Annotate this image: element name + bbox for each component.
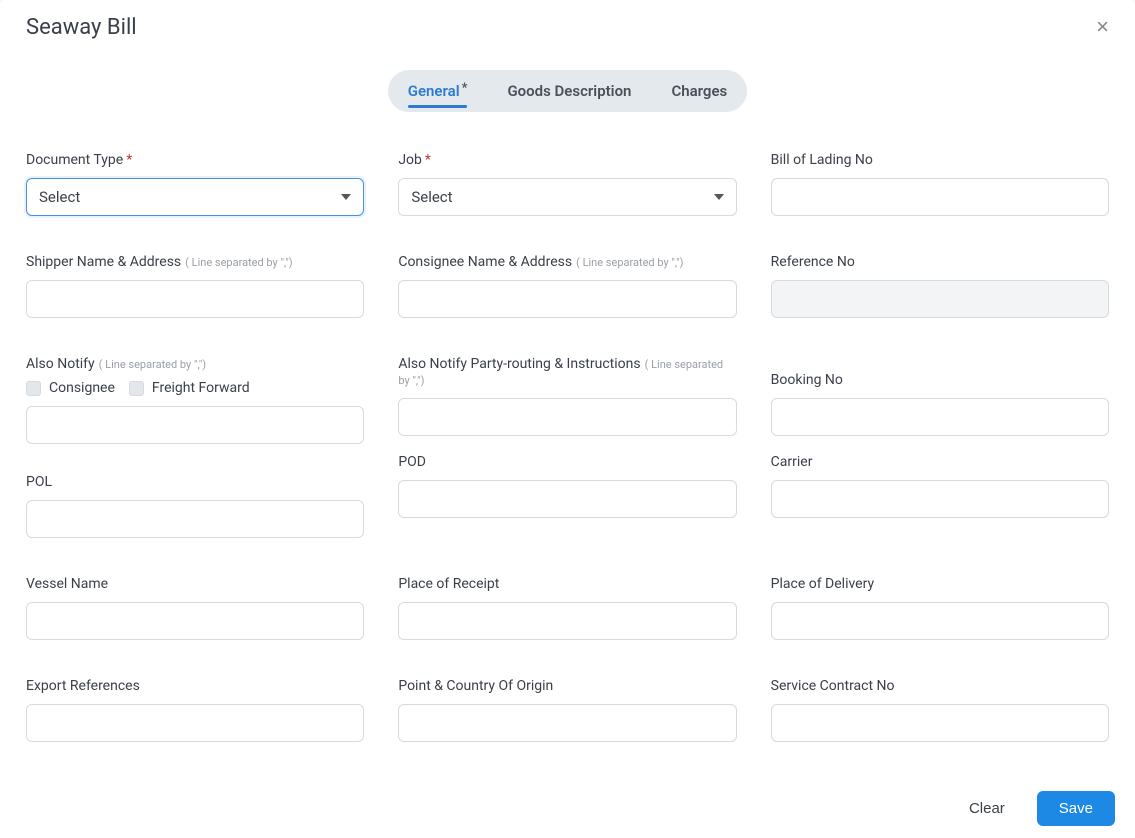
field-reference-no: Reference No — [771, 254, 1109, 318]
field-pod: POD — [398, 454, 736, 538]
label-also-notify: Also Notify( Line separated by ",") — [26, 356, 364, 372]
hint-line-sep: ( Line separated by ",") — [185, 256, 292, 269]
label-job: Job* — [398, 152, 736, 168]
label-shipper: Shipper Name & Address( Line separated b… — [26, 254, 364, 270]
label-place-receipt: Place of Receipt — [398, 576, 736, 592]
label-booking-no: Booking No — [771, 372, 1109, 388]
select-document-type[interactable]: Select — [26, 178, 364, 216]
checkbox-consignee[interactable]: Consignee — [26, 380, 115, 396]
input-vessel-name[interactable] — [26, 602, 364, 640]
field-carrier: Carrier — [771, 454, 1109, 538]
input-bol-no[interactable] — [771, 178, 1109, 216]
label-carrier: Carrier — [771, 454, 1109, 470]
input-point-origin[interactable] — [398, 704, 736, 742]
label-document-type: Document Type* — [26, 152, 364, 168]
field-job: Job* Select — [398, 152, 736, 216]
input-reference-no — [771, 280, 1109, 318]
seaway-bill-modal: Seaway Bill × General* Goods Description… — [0, 0, 1135, 838]
label-service-contract: Service Contract No — [771, 678, 1109, 694]
input-booking-no[interactable] — [771, 398, 1109, 436]
chevron-down-icon — [341, 194, 351, 200]
input-carrier[interactable] — [771, 480, 1109, 518]
clear-button[interactable]: Clear — [959, 794, 1015, 823]
form-grid: Document Type* Select Job* Select Bill o… — [26, 152, 1109, 782]
input-place-receipt[interactable] — [398, 602, 736, 640]
checkbox-box-icon — [26, 381, 41, 396]
select-document-type-value: Select — [39, 188, 80, 206]
field-booking-no: Booking No — [771, 356, 1109, 436]
tab-goods-description[interactable]: Goods Description — [487, 70, 651, 112]
select-job-value: Select — [411, 188, 452, 206]
select-job[interactable]: Select — [398, 178, 736, 216]
label-pod: POD — [398, 454, 736, 470]
checkbox-consignee-label: Consignee — [49, 380, 115, 396]
input-also-notify-party[interactable] — [398, 398, 736, 436]
input-pod[interactable] — [398, 480, 736, 518]
tab-general-label: General — [408, 82, 460, 100]
field-pol: POL — [26, 474, 364, 538]
tabs-container: General* Goods Description Charges — [26, 70, 1109, 112]
tab-general[interactable]: General* — [388, 70, 488, 112]
modal-body[interactable]: General* Goods Description Charges Docum… — [0, 44, 1135, 782]
checkbox-freight-forward-label: Freight Forward — [152, 380, 250, 396]
tabs: General* Goods Description Charges — [388, 70, 748, 112]
modal-header: Seaway Bill × — [0, 0, 1135, 44]
field-export-refs: Export References — [26, 678, 364, 742]
chevron-down-icon — [714, 194, 724, 200]
hint-line-sep: ( Line separated by ",") — [576, 256, 683, 269]
checkbox-box-icon — [129, 381, 144, 396]
field-also-notify-party: Also Notify Party-routing & Instructions… — [398, 356, 736, 436]
label-pol: POL — [26, 474, 364, 490]
field-point-origin: Point & Country Of Origin — [398, 678, 736, 742]
label-bol-no: Bill of Lading No — [771, 152, 1109, 168]
hint-line-sep: ( Line separated by ",") — [99, 358, 206, 371]
label-also-notify-party: Also Notify Party-routing & Instructions… — [398, 356, 736, 388]
input-shipper[interactable] — [26, 280, 364, 318]
close-icon: × — [1096, 14, 1109, 39]
input-also-notify[interactable] — [26, 406, 364, 444]
label-reference-no: Reference No — [771, 254, 1109, 270]
field-place-delivery: Place of Delivery — [771, 576, 1109, 640]
tab-charges[interactable]: Charges — [651, 70, 747, 112]
required-asterisk-icon: * — [462, 81, 468, 96]
tab-goods-label: Goods Description — [507, 82, 631, 100]
label-export-refs: Export References — [26, 678, 364, 694]
field-also-notify: Also Notify( Line separated by ",") Cons… — [26, 356, 364, 454]
label-vessel-name: Vessel Name — [26, 576, 364, 592]
field-bol-no: Bill of Lading No — [771, 152, 1109, 216]
input-place-delivery[interactable] — [771, 602, 1109, 640]
modal-title: Seaway Bill — [26, 15, 137, 40]
label-point-origin: Point & Country Of Origin — [398, 678, 736, 694]
label-place-delivery: Place of Delivery — [771, 576, 1109, 592]
field-consignee-addr: Consignee Name & Address( Line separated… — [398, 254, 736, 318]
field-document-type: Document Type* Select — [26, 152, 364, 216]
checkbox-freight-forward[interactable]: Freight Forward — [129, 380, 250, 396]
modal-footer: Clear Save — [0, 778, 1135, 838]
field-shipper: Shipper Name & Address( Line separated b… — [26, 254, 364, 318]
save-button[interactable]: Save — [1037, 791, 1115, 826]
required-icon: * — [126, 152, 132, 168]
field-place-receipt: Place of Receipt — [398, 576, 736, 640]
field-vessel-name: Vessel Name — [26, 576, 364, 640]
required-icon: * — [425, 152, 431, 168]
input-service-contract[interactable] — [771, 704, 1109, 742]
also-notify-checkboxes: Consignee Freight Forward — [26, 380, 364, 396]
close-button[interactable]: × — [1088, 10, 1117, 44]
input-consignee-addr[interactable] — [398, 280, 736, 318]
label-consignee-addr: Consignee Name & Address( Line separated… — [398, 254, 736, 270]
input-pol[interactable] — [26, 500, 364, 538]
tab-charges-label: Charges — [671, 82, 727, 100]
input-export-refs[interactable] — [26, 704, 364, 742]
field-service-contract: Service Contract No — [771, 678, 1109, 742]
